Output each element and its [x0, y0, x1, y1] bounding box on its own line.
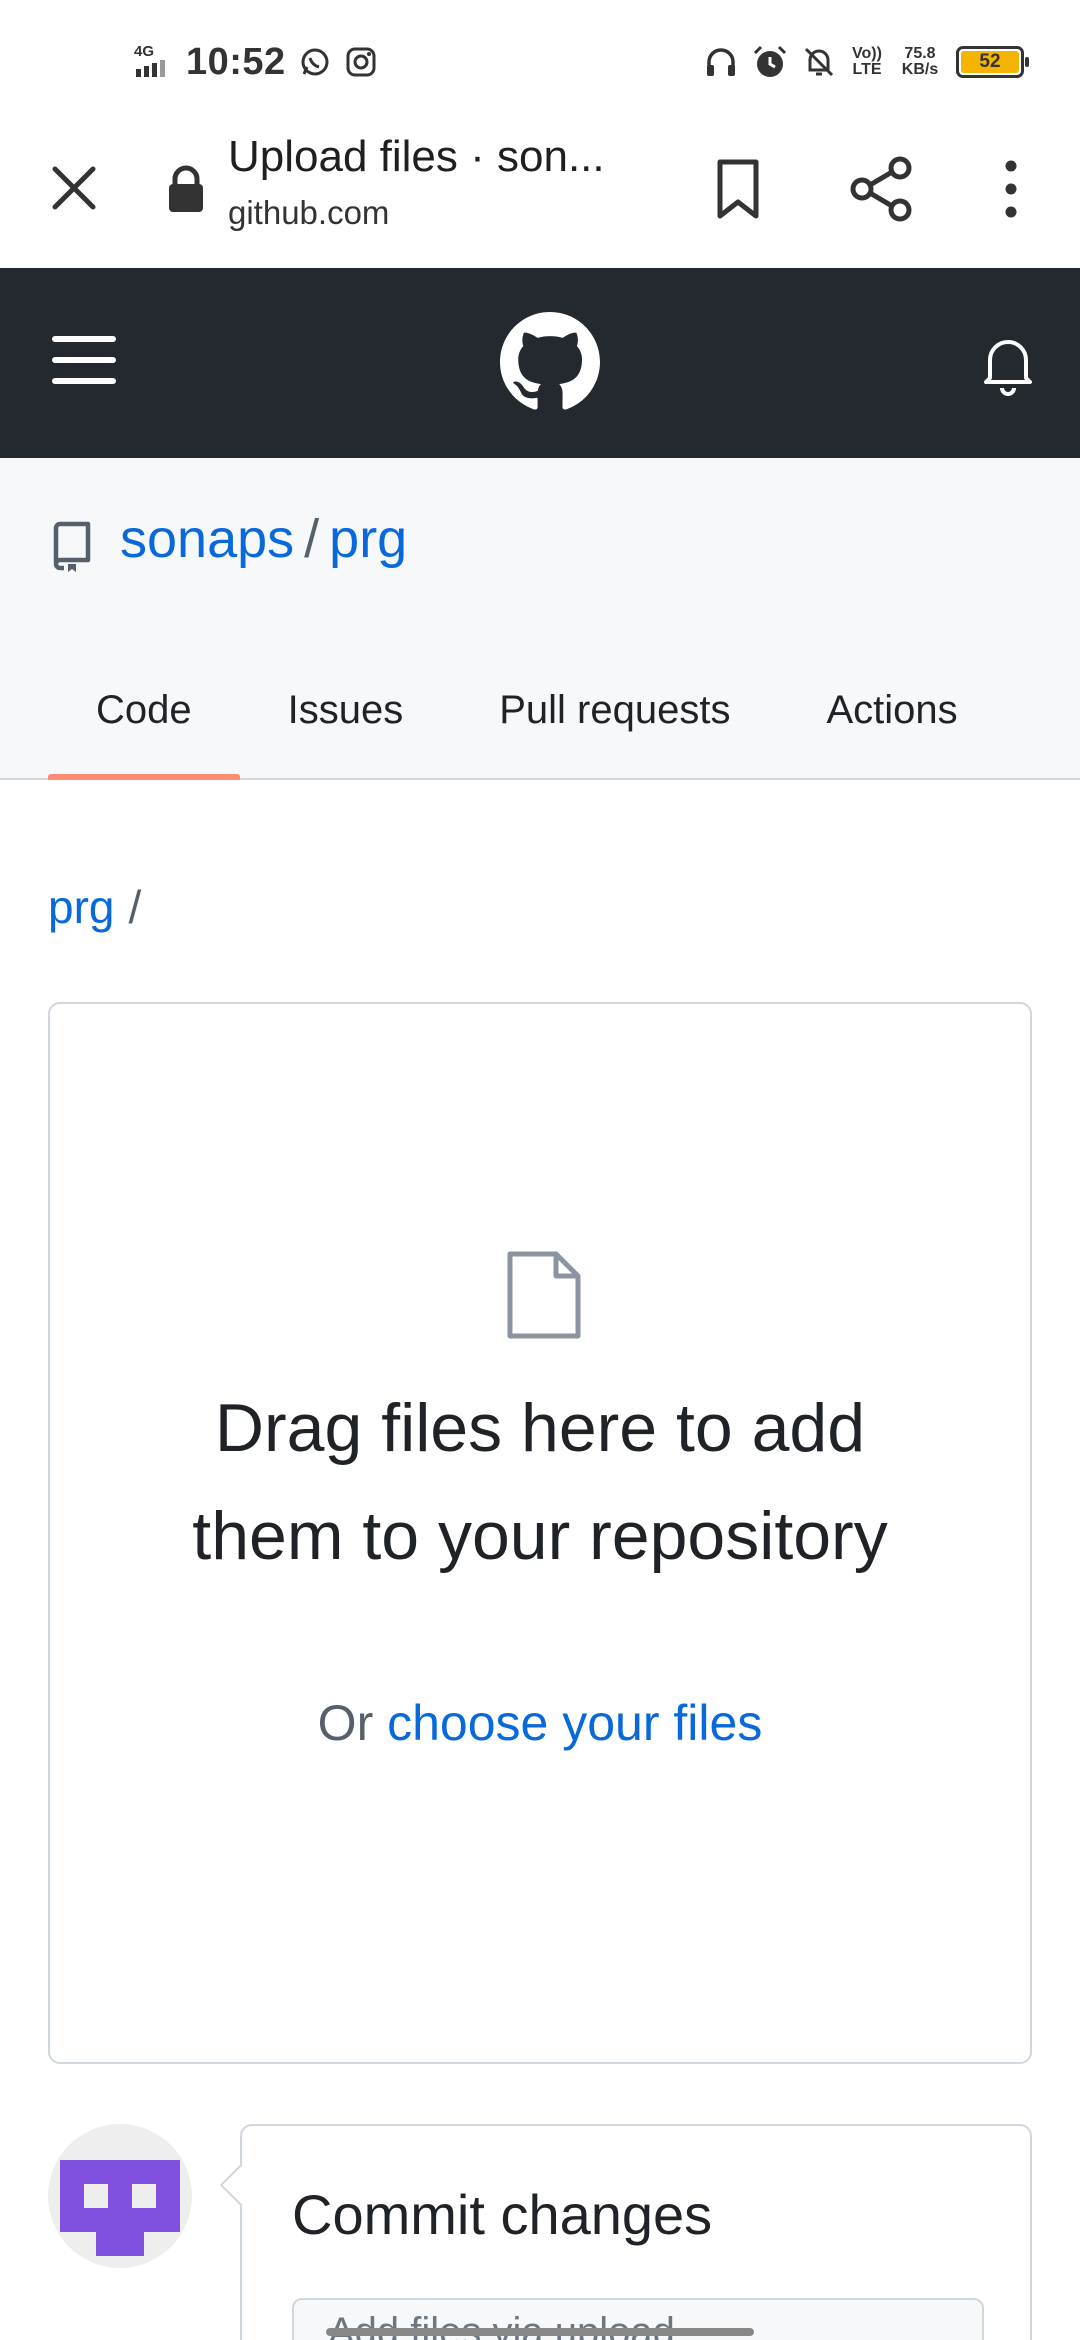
- volte-indicator: Vo)) LTE: [852, 45, 882, 78]
- lock-icon[interactable]: [164, 164, 208, 214]
- close-tab-button[interactable]: [44, 158, 104, 218]
- bell-icon[interactable]: [980, 332, 1036, 396]
- more-options-icon[interactable]: [990, 154, 1032, 224]
- repo-name-link[interactable]: prg: [329, 509, 407, 569]
- tab-pull-requests[interactable]: Pull requests: [451, 668, 778, 780]
- tab-issues[interactable]: Issues: [240, 668, 452, 780]
- status-left: 4G 10:52: [134, 34, 378, 90]
- repo-icon: [53, 521, 91, 572]
- repo-header: sonaps / prg Code Issues Pull requests Act…: [0, 458, 1080, 780]
- close-icon: [52, 166, 96, 210]
- clock: 10:52: [186, 40, 286, 83]
- share-icon[interactable]: [848, 154, 916, 224]
- network-type: 4G: [134, 42, 155, 60]
- commit-title: Commit changes: [292, 2183, 713, 2246]
- bookmark-icon[interactable]: [710, 154, 766, 224]
- status-bar: 4G 10:52 Vo)) LTE 75.8 KB/s 52: [0, 0, 1080, 118]
- signal-icon: [136, 59, 165, 77]
- browser-toolbar: Upload files · son... github.com: [0, 118, 1080, 268]
- avatar[interactable]: [48, 2124, 192, 2268]
- network-indicator: 4G: [134, 42, 174, 80]
- battery-level: 52: [961, 51, 1019, 73]
- alarm-icon: [753, 45, 787, 77]
- breadcrumb-repo-link[interactable]: prg: [48, 881, 114, 933]
- drop-zone-or-text: Or: [317, 1695, 374, 1751]
- instagram-icon: [346, 47, 376, 77]
- page-title[interactable]: Upload files · son...: [228, 132, 648, 182]
- breadcrumb: prg /: [48, 880, 141, 934]
- hamburger-menu-icon[interactable]: [48, 328, 120, 392]
- battery-icon: 52: [956, 46, 1029, 78]
- file-icon: [507, 1251, 581, 1339]
- github-logo-icon[interactable]: [500, 312, 600, 412]
- gesture-bar[interactable]: [326, 2328, 754, 2336]
- network-speed: 75.8 KB/s: [901, 45, 939, 78]
- identicon-icon: [60, 2160, 180, 2256]
- github-header: [0, 268, 1080, 458]
- drop-zone-title: Drag files here to add them to your repo…: [192, 1390, 888, 1574]
- drop-zone-subtitle: Or choose your files: [50, 1694, 1030, 1752]
- repo-owner-link[interactable]: sonaps: [120, 509, 294, 569]
- choose-files-link[interactable]: choose your files: [387, 1695, 762, 1751]
- commit-changes-box: Commit changes Add files via upload: [240, 2124, 1032, 2340]
- notifications-off-icon: [804, 47, 834, 77]
- breadcrumb-slash: /: [128, 881, 142, 933]
- tab-actions[interactable]: Actions: [778, 668, 1005, 780]
- file-drop-zone[interactable]: Drag files here to add them to your repo…: [48, 1002, 1032, 2064]
- repo-path: sonaps / prg: [120, 508, 407, 570]
- repo-path-separator: /: [304, 509, 320, 569]
- tab-code[interactable]: Code: [48, 668, 240, 780]
- repo-tabs: Code Issues Pull requests Actions: [48, 668, 1006, 780]
- whatsapp-icon: [301, 48, 329, 76]
- status-right: Vo)) LTE 75.8 KB/s 52: [704, 34, 1029, 90]
- page-url[interactable]: github.com: [228, 194, 389, 232]
- headphones-icon: [707, 48, 735, 76]
